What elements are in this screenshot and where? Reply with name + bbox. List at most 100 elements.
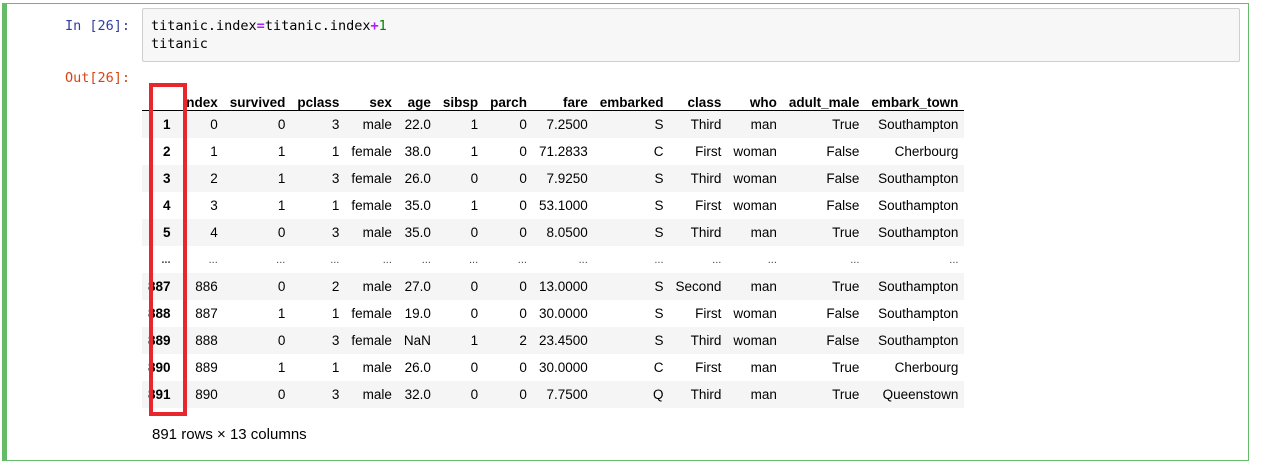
table-cell: Cherbourg	[894, 360, 959, 375]
column-header: age	[397, 80, 437, 111]
table-cell: 1	[331, 144, 340, 159]
table-cell: 4	[210, 225, 218, 240]
table-cell: 889	[195, 360, 218, 375]
table-cell: male	[362, 279, 392, 294]
table-cell: 13.0000	[538, 279, 588, 294]
table-cell: C	[653, 144, 664, 159]
table-cell: True	[832, 360, 860, 375]
table-cell: False	[826, 333, 860, 348]
table-cell: 0	[519, 117, 527, 132]
table-cell: S	[654, 225, 664, 240]
table-cell: ...	[208, 253, 218, 266]
table-cell: male	[362, 225, 392, 240]
code-text[interactable]: titanic.index=titanic.index+1 titanic	[151, 17, 387, 53]
input-prompt: In [26]:	[64, 18, 130, 34]
table-cell: 1	[331, 198, 340, 213]
table-cell: man	[750, 279, 777, 294]
column-header: index	[176, 80, 224, 111]
table-cell: male	[362, 360, 392, 375]
header-row: index survived pclass sex age sibsp parch fare e…	[142, 80, 965, 111]
row-index-label: 1	[163, 117, 171, 132]
code-input-area[interactable]: titanic.index=titanic.index+1 titanic	[142, 8, 1240, 62]
code-operator: +	[370, 18, 379, 34]
table-row: 4 3 1 1 female 35.0 1 0 53.1000 S First woman False S…	[142, 192, 964, 219]
table-cell: 0	[519, 171, 527, 186]
table-cell: ...	[517, 253, 527, 266]
table-cell: 3	[331, 171, 340, 186]
table-cell: 0	[210, 117, 218, 132]
row-index-label: 5	[163, 225, 171, 240]
table-cell: man	[750, 117, 777, 132]
table-cell: False	[826, 198, 860, 213]
table-cell: 888	[195, 333, 218, 348]
table-row: 888 887 1 1 female 19.0 0 0 30.0000 S First woman Fa…	[142, 300, 964, 327]
table-cell: 38.0	[404, 144, 431, 159]
table-cell: Cherbourg	[894, 144, 959, 159]
table-cell: 26.0	[404, 171, 431, 186]
column-header: parch	[484, 80, 533, 111]
table-cell: 1	[210, 144, 218, 159]
table-cell: First	[695, 360, 722, 375]
table-cell: 23.4500	[538, 333, 588, 348]
table-cell: woman	[733, 144, 777, 159]
table-cell: 890	[195, 387, 218, 402]
table-cell: 1	[331, 306, 340, 321]
table-cell: First	[695, 198, 722, 213]
code-operator: =	[256, 18, 265, 34]
row-index-label: 891	[148, 387, 171, 402]
code-token: titanic.index	[264, 18, 371, 34]
table-cell: Third	[690, 225, 722, 240]
table-cell: 53.1000	[538, 198, 588, 213]
row-index-label: 889	[148, 333, 171, 348]
table-cell: Third	[690, 387, 722, 402]
table-cell: 7.7500	[546, 387, 588, 402]
table-cell: Third	[690, 117, 722, 132]
table-cell: woman	[733, 306, 777, 321]
table-cell: S	[654, 306, 664, 321]
table-cell: Southampton	[878, 225, 959, 240]
table-cell: 0	[470, 360, 479, 375]
table-cell: 0	[277, 387, 286, 402]
table-cell: 30.0000	[538, 306, 588, 321]
table-cell: 0	[277, 117, 286, 132]
index-header	[142, 80, 177, 111]
table-cell: man	[750, 225, 777, 240]
table-cell: 3	[210, 198, 218, 213]
output-prompt: Out[26]:	[64, 70, 130, 86]
table-cell: male	[362, 387, 392, 402]
table-cell: ...	[421, 253, 431, 266]
table-cell: 8.0500	[546, 225, 588, 240]
table-cell: man	[750, 387, 777, 402]
table-cell: Third	[690, 333, 722, 348]
table-cell: S	[654, 279, 664, 294]
table-cell: Southampton	[878, 279, 959, 294]
table-row: 887 886 0 2 male 27.0 0 0 13.0000 S Second man True S…	[142, 273, 965, 300]
table-cell: 1	[470, 144, 479, 159]
table-cell: 2	[210, 171, 218, 186]
table-body: 1 0 0 3 male 22.0 1 0 7.2500 S Third man True Southam…	[142, 110, 965, 408]
table-row: ........................................…	[142, 246, 964, 273]
column-header: embark_town	[865, 80, 965, 111]
table-cell: 1	[277, 198, 286, 213]
table-cell: 0	[277, 333, 286, 348]
table-cell: 2	[519, 333, 527, 348]
table-cell: 35.0	[404, 198, 431, 213]
table-row: 1 0 0 3 male 22.0 1 0 7.2500 S Third man True Southam…	[142, 110, 965, 138]
table-cell: 3	[331, 117, 340, 132]
column-header: pclass	[291, 80, 346, 111]
table-cell: female	[351, 198, 392, 213]
table-cell: ...	[469, 253, 479, 266]
table-cell: 1	[277, 306, 286, 321]
table-row: 891 890 0 3 male 32.0 0 0 7.7500 Q Third man True Que…	[142, 381, 965, 408]
table-cell: Queenstown	[882, 387, 959, 402]
table-cell: ...	[578, 253, 588, 266]
table-cell: False	[826, 306, 860, 321]
table-cell: 1	[331, 360, 340, 375]
table-cell: 0	[470, 387, 479, 402]
table-row: 889 888 0 3 female NaN 1 2 23.4500 S Third woman Fal…	[142, 327, 965, 354]
table-cell: female	[351, 171, 392, 186]
column-header: sibsp	[436, 80, 485, 111]
table-cell: 27.0	[404, 279, 431, 294]
table-cell: 0	[519, 144, 527, 159]
table-cell: 30.0000	[538, 360, 588, 375]
